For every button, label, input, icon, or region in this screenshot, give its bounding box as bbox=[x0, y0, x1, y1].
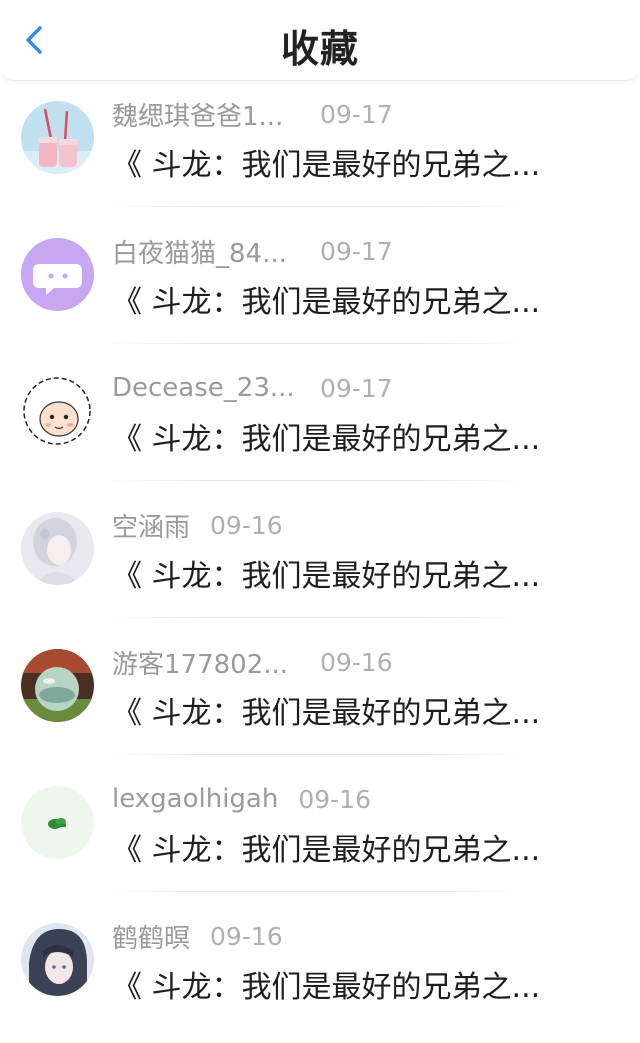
username[interactable]: 魏缌琪爸爸1... bbox=[112, 96, 300, 133]
user-avatar[interactable] bbox=[21, 375, 94, 448]
item-meta: lexgaolhigah 09-16 bbox=[112, 781, 371, 817]
divider bbox=[100, 754, 530, 755]
item-title[interactable]: 《 斗龙：我们是最好的兄弟之... bbox=[112, 688, 586, 732]
item-meta: Decease_23... 09-17 bbox=[112, 370, 393, 406]
item-meta: 魏缌琪爸爸1... 09-17 bbox=[112, 96, 393, 132]
user-avatar[interactable] bbox=[21, 238, 94, 311]
item-title[interactable]: 《 斗龙：我们是最好的兄弟之... bbox=[112, 825, 586, 869]
item-meta: 鹤鹤暝 09-16 bbox=[112, 918, 283, 954]
green-plant-avatar-icon bbox=[21, 786, 94, 859]
divider bbox=[100, 480, 530, 481]
crystal-ball-avatar-icon bbox=[21, 649, 94, 722]
username[interactable]: lexgaolhigah bbox=[112, 784, 278, 814]
favorites-list: 魏缌琪爸爸1... 09-17 《 斗龙：我们是最好的兄弟之... 白夜猫猫_8… bbox=[0, 84, 640, 1043]
user-avatar[interactable] bbox=[21, 649, 94, 722]
user-avatar[interactable] bbox=[21, 101, 94, 174]
app-header: 收藏 bbox=[0, 0, 640, 81]
favorite-item[interactable]: Decease_23... 09-17 《 斗龙：我们是最好的兄弟之... bbox=[0, 358, 640, 495]
girl-portrait-avatar-icon bbox=[21, 512, 94, 585]
item-meta: 游客177802... 09-16 bbox=[112, 644, 393, 680]
username[interactable]: 空涵雨 bbox=[112, 507, 190, 544]
favorite-item[interactable]: 鹤鹤暝 09-16 《 斗龙：我们是最好的兄弟之... bbox=[0, 906, 640, 1043]
favorite-item[interactable]: 白夜猫猫_84... 09-17 《 斗龙：我们是最好的兄弟之... bbox=[0, 221, 640, 358]
item-title[interactable]: 《 斗龙：我们是最好的兄弟之... bbox=[112, 551, 586, 595]
favorite-item[interactable]: lexgaolhigah 09-16 《 斗龙：我们是最好的兄弟之... bbox=[0, 769, 640, 906]
username[interactable]: Decease_23... bbox=[112, 373, 300, 403]
user-avatar[interactable] bbox=[21, 512, 94, 585]
item-title[interactable]: 《 斗龙：我们是最好的兄弟之... bbox=[112, 140, 586, 184]
milk-drinks-avatar-icon bbox=[21, 101, 94, 174]
date-label: 09-17 bbox=[320, 236, 393, 266]
item-title[interactable]: 《 斗龙：我们是最好的兄弟之... bbox=[112, 414, 586, 458]
back-button[interactable] bbox=[14, 20, 54, 60]
divider bbox=[100, 617, 530, 618]
favorite-item[interactable]: 空涵雨 09-16 《 斗龙：我们是最好的兄弟之... bbox=[0, 495, 640, 632]
divider bbox=[100, 891, 530, 892]
user-avatar[interactable] bbox=[21, 786, 94, 859]
user-avatar[interactable] bbox=[21, 923, 94, 996]
chevron-left-icon bbox=[26, 26, 42, 54]
date-label: 09-16 bbox=[210, 510, 283, 540]
date-label: 09-17 bbox=[320, 373, 393, 403]
date-label: 09-16 bbox=[320, 647, 393, 677]
username[interactable]: 白夜猫猫_84... bbox=[112, 233, 300, 270]
divider bbox=[100, 343, 530, 344]
date-label: 09-17 bbox=[320, 99, 393, 129]
chat-bubble-avatar-icon bbox=[21, 238, 94, 311]
date-label: 09-16 bbox=[298, 784, 371, 814]
username[interactable]: 鹤鹤暝 bbox=[112, 918, 190, 955]
favorite-item[interactable]: 魏缌琪爸爸1... 09-17 《 斗龙：我们是最好的兄弟之... bbox=[0, 84, 640, 221]
item-title[interactable]: 《 斗龙：我们是最好的兄弟之... bbox=[112, 277, 586, 321]
item-meta: 空涵雨 09-16 bbox=[112, 507, 283, 543]
cartoon-sheep-avatar-icon bbox=[21, 375, 94, 448]
divider bbox=[100, 206, 530, 207]
anime-character-avatar-icon bbox=[21, 923, 94, 996]
favorite-item[interactable]: 游客177802... 09-16 《 斗龙：我们是最好的兄弟之... bbox=[0, 632, 640, 769]
item-meta: 白夜猫猫_84... 09-17 bbox=[112, 233, 393, 269]
page-title: 收藏 bbox=[280, 27, 359, 71]
date-label: 09-16 bbox=[210, 921, 283, 951]
username[interactable]: 游客177802... bbox=[112, 644, 300, 681]
item-title[interactable]: 《 斗龙：我们是最好的兄弟之... bbox=[112, 962, 586, 1006]
